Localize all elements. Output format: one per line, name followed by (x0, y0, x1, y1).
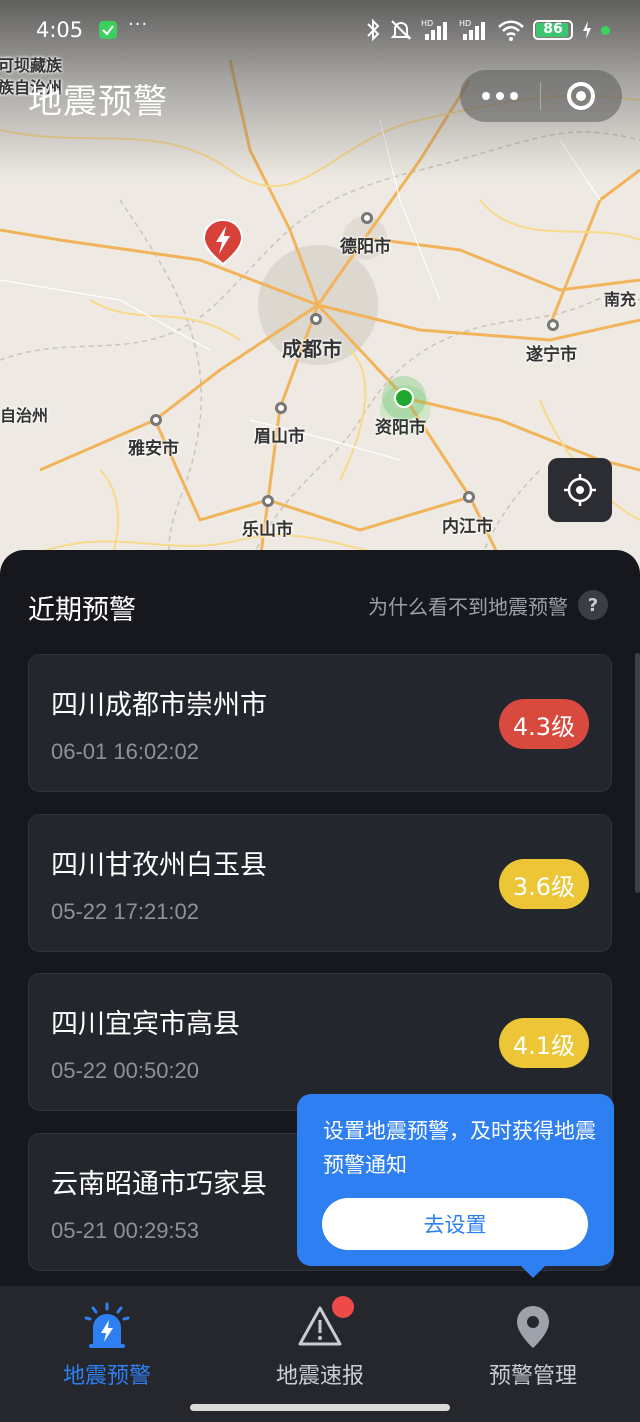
unread-badge (332, 1296, 354, 1318)
notification-icon (99, 21, 117, 39)
miniprogram-capsule (460, 70, 622, 122)
tab-label: 地震速报 (275, 1364, 364, 1389)
svg-text:HD: HD (421, 19, 433, 28)
scrollbar[interactable] (635, 653, 640, 893)
signal-hd-icon: HD (421, 19, 447, 40)
alert-place: 云南昭通市巧家县 (51, 1169, 267, 1200)
popup-pointer (519, 1264, 547, 1278)
city-marker (361, 212, 373, 224)
city-label[interactable]: 眉山市 (254, 422, 305, 447)
magnitude-badge: 3.6级 (499, 859, 589, 909)
city-label[interactable]: 雅安市 (128, 434, 179, 459)
target-icon (567, 82, 595, 110)
location-pin-icon (517, 1306, 549, 1348)
question-icon: ? (578, 590, 608, 620)
user-location-marker (382, 376, 426, 420)
city-label[interactable]: 德阳市 (340, 232, 391, 257)
city-marker (275, 402, 287, 414)
mute-bell-icon (390, 20, 412, 40)
status-more: ··· (128, 14, 149, 35)
setup-alert-popup: 设置地震预警，及时获得地震预警通知 去设置 (297, 1094, 614, 1278)
alert-card[interactable]: 四川成都市崇州市 06-01 16:02:02 4.3级 (28, 654, 612, 792)
tab-label: 预警管理 (488, 1364, 577, 1389)
epicenter-marker-icon[interactable] (202, 218, 244, 266)
tab-label: 地震预警 (62, 1364, 151, 1389)
city-label[interactable]: 乐山市 (242, 515, 293, 540)
tab-earthquake-warning[interactable]: 地震预警 (27, 1302, 187, 1390)
close-miniprogram-button[interactable] (541, 70, 621, 122)
tab-warning-management[interactable]: 预警管理 (453, 1302, 613, 1390)
city-marker (150, 414, 162, 426)
signal-hd-icon: HD (459, 19, 485, 40)
status-time: 4:05 (36, 18, 84, 42)
alert-time: 06-01 16:02:02 (51, 739, 200, 764)
bottom-tab-bar: 地震预警 地震速报 预警管理 (0, 1286, 640, 1422)
tab-earthquake-report[interactable]: 地震速报 (240, 1296, 400, 1390)
more-menu-button[interactable] (460, 70, 540, 122)
magnitude-badge: 4.1级 (499, 1018, 589, 1068)
alert-place: 四川成都市崇州市 (51, 690, 267, 721)
why-no-alert-text: 为什么看不到地震预警 (368, 594, 568, 619)
magnitude-badge: 4.3级 (499, 699, 589, 749)
alert-card[interactable]: 四川宜宾市高县 05-22 00:50:20 4.1级 (28, 973, 612, 1111)
alert-card[interactable]: 四川甘孜州白玉县 05-22 17:21:02 3.6级 (28, 814, 612, 952)
panel-title: 近期预警 (28, 595, 136, 626)
status-bar: 4:05 ··· HD HD 86 (0, 0, 640, 62)
page-title: 地震预警 (28, 82, 168, 122)
city-label[interactable]: 成都市 (282, 333, 342, 362)
bluetooth-icon (367, 18, 380, 42)
alert-time: 05-22 17:21:02 (51, 899, 200, 924)
city-label[interactable]: 内江市 (442, 512, 493, 537)
alert-time: 05-21 00:29:53 (51, 1218, 200, 1243)
go-settings-button[interactable]: 去设置 (322, 1198, 588, 1250)
city-marker (262, 495, 274, 507)
alert-time: 05-22 00:50:20 (51, 1058, 200, 1083)
crosshair-icon (564, 474, 596, 506)
why-no-alert-link[interactable]: 为什么看不到地震预警 ? (368, 590, 608, 620)
privacy-indicator-icon (601, 25, 610, 35)
edge-label: 自治州 (0, 406, 49, 425)
battery-icon: 86 (533, 20, 573, 40)
city-label[interactable]: 遂宁市 (526, 340, 577, 365)
home-indicator (190, 1404, 450, 1411)
svg-text:HD: HD (459, 19, 471, 28)
alert-place: 四川宜宾市高县 (51, 1009, 240, 1040)
popup-message: 设置地震预警，及时获得地震预警通知 (323, 1119, 596, 1177)
edge-label: 南充 (604, 290, 637, 309)
battery-level: 86 (543, 21, 563, 37)
city-marker (310, 313, 322, 325)
charging-icon (583, 21, 591, 39)
city-marker (547, 319, 559, 331)
alert-place: 四川甘孜州白玉县 (51, 850, 267, 881)
siren-icon (84, 1302, 130, 1348)
wifi-icon (498, 20, 524, 41)
city-marker (463, 491, 475, 503)
locate-me-button[interactable] (548, 458, 612, 522)
